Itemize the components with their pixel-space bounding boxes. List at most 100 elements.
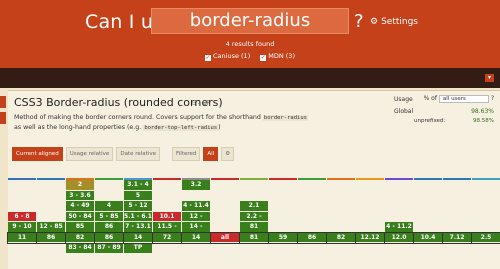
browser-header[interactable]: KaiOS Browser [472, 0, 500, 1]
browser-header[interactable]: Baidu Browser [443, 0, 472, 1]
current-version-cell[interactable]: 14 [123, 231, 154, 244]
browser-header[interactable]: Chrome for Android [298, 0, 327, 1]
current-version-cell[interactable]: 86 [94, 231, 125, 244]
document-icon[interactable]: ▫ [192, 100, 196, 107]
browser-header[interactable]: Opera Mobile [269, 0, 298, 1]
unprefixed-value: 98.58% [473, 118, 494, 124]
current-version-cell[interactable]: 7.12 [442, 231, 473, 244]
current-version-cell[interactable]: 11 [7, 231, 38, 244]
settings-button[interactable]: ⚙ Settings [370, 17, 418, 27]
current-version-cell[interactable]: 82 [326, 231, 357, 244]
spec-status: - CR [198, 100, 211, 107]
version-cell[interactable]: 12 - 13.7 [182, 211, 211, 229]
desc-code: border-radius [262, 115, 308, 121]
version-cell[interactable]: 4 - 49 [66, 201, 95, 212]
browser-color-bar [472, 178, 500, 180]
help-icon[interactable]: ? [491, 95, 494, 102]
version-cell[interactable]: 83 - 84 [66, 243, 95, 254]
version-cell[interactable]: 5 - 85 [95, 211, 124, 222]
version-cell[interactable]: 3.1 - 4 [124, 180, 153, 191]
feature-status: ▫ - CR [192, 100, 210, 107]
browser-header[interactable]: Android Browser [240, 0, 269, 1]
browser-color-bar [385, 178, 413, 180]
browser-color-bar [298, 178, 326, 180]
version-cell[interactable]: 2.1 [240, 201, 269, 212]
version-cell[interactable]: 2 [66, 180, 95, 191]
current-version-cell[interactable]: 2.5 [471, 231, 500, 244]
all-button[interactable]: All [203, 147, 219, 161]
browser-color-bar [37, 178, 65, 180]
version-cell[interactable]: 4 - 11.2 [385, 222, 414, 233]
version-cell[interactable]: 12 - 85 [37, 222, 66, 233]
unprefixed-label: unprefixed: [414, 118, 446, 124]
current-version-cell[interactable]: 59 [268, 231, 299, 244]
current-version-cell[interactable]: 82 [65, 231, 96, 244]
version-cell[interactable]: 86 [95, 222, 124, 233]
gear-icon: ⚙ [370, 17, 379, 27]
browser-header[interactable]: Edge [37, 0, 66, 1]
version-cell[interactable]: 87 - 89 [95, 243, 124, 254]
version-cell[interactable]: 81 [240, 222, 269, 233]
version-cell[interactable]: 11.5 - 71 [153, 222, 182, 240]
browser-header[interactable]: Opera Mini [211, 0, 240, 1]
current-version-cell[interactable]: 10.4 [413, 231, 444, 244]
date-relative-button[interactable]: Date relative [116, 147, 160, 161]
version-cell[interactable]: 5.1 - 6.1 [124, 211, 153, 222]
version-cell[interactable]: 3 - 3.6 [66, 190, 95, 201]
global-label: Global [394, 108, 414, 115]
version-cell[interactable]: 9 - 10 [8, 222, 37, 233]
current-version-cell[interactable]: 72 [152, 231, 183, 244]
version-cell[interactable]: 5 [124, 190, 153, 201]
side-tab[interactable] [0, 96, 6, 108]
usage-label: Usage [394, 95, 413, 103]
current-version-cell[interactable]: all [210, 231, 241, 244]
filter-mdn[interactable]: ✓ MDN (3) [260, 52, 295, 61]
browser-header[interactable]: Safari [124, 0, 153, 1]
version-cell[interactable]: 6 - 8 [8, 211, 37, 222]
version-cell[interactable]: 50 - 84 [66, 211, 95, 222]
filter-caniuse[interactable]: ✓ Caniuse (1) [205, 52, 250, 61]
browser-header[interactable]: IE [8, 0, 37, 1]
filtered-button[interactable]: Filtered [171, 147, 201, 161]
version-cell[interactable]: 2.2 - 4.4.4 [240, 211, 269, 229]
desc-code: border-top-left-radius [143, 125, 219, 131]
gear-icon[interactable]: ⚙ [221, 147, 235, 161]
version-cell[interactable]: TP [124, 243, 153, 254]
current-version-cell[interactable]: 86 [297, 231, 328, 244]
browser-header[interactable]: iOS Safari [182, 0, 211, 1]
current-version-cell[interactable]: 12.12 [355, 231, 386, 244]
version-cell[interactable]: 4 [95, 201, 124, 212]
usage-scope-select[interactable]: all users [438, 95, 489, 103]
browser-color-bar [443, 178, 471, 180]
current-version-cell[interactable]: 14 [181, 231, 212, 244]
search-header: Can I use border-radius ? ⚙ Settings 4 r… [0, 0, 500, 68]
browser-header[interactable]: QQ Browser [414, 0, 443, 1]
version-cell[interactable]: 85 [66, 222, 95, 233]
usage-relative-button[interactable]: Usage relative [65, 147, 114, 161]
version-cell[interactable]: 7 - 13.1 [124, 222, 153, 233]
search-input[interactable]: border-radius [151, 8, 349, 34]
version-cell[interactable]: 10.1 [153, 211, 182, 222]
current-version-cell[interactable]: 86 [36, 231, 67, 244]
feature-panel: CSS3 Border-radius (rounded corners) ▫ -… [7, 0, 500, 269]
current-version-cell[interactable]: 12.0 [384, 231, 415, 244]
version-cell[interactable]: 5 - 12 [124, 201, 153, 212]
browser-header[interactable]: UC Browser for Android [356, 0, 385, 1]
browser-header[interactable]: Opera [153, 0, 182, 1]
browser-header[interactable]: Firefox [66, 0, 95, 1]
browser-color-bar [95, 178, 123, 180]
current-version-cell[interactable]: 81 [239, 231, 270, 244]
browser-header[interactable]: Firefox for Android [327, 0, 356, 1]
browser-header[interactable]: Samsung Internet [385, 0, 414, 1]
version-cell[interactable]: 14 - 14.1 [182, 222, 211, 240]
collapse-toggle-icon[interactable]: ▾ [485, 74, 494, 82]
checkbox-icon[interactable]: ✓ [205, 55, 211, 61]
results-band: ▾ [0, 68, 500, 88]
browser-header[interactable]: Chrome [95, 0, 124, 1]
filter-caniuse-label: Caniuse (1) [213, 52, 251, 60]
side-tab[interactable] [0, 112, 6, 124]
version-cell[interactable]: 4 - 11.4 [182, 201, 211, 212]
current-aligned-button[interactable]: Current aligned [12, 147, 63, 161]
checkbox-icon[interactable]: ✓ [260, 55, 267, 61]
version-cell[interactable]: 3.2 [182, 180, 211, 191]
